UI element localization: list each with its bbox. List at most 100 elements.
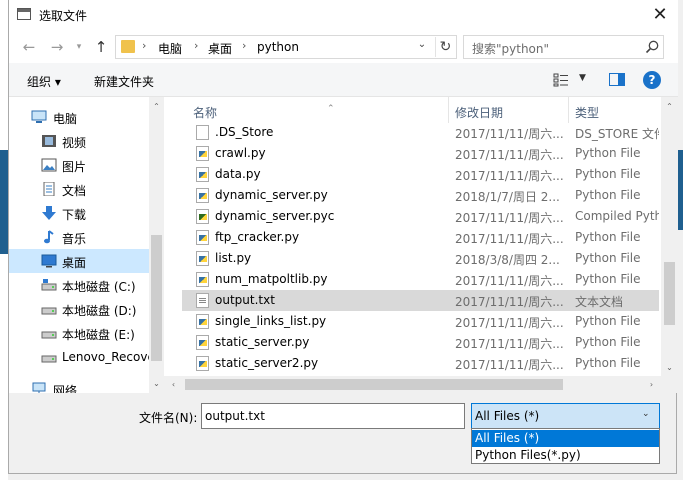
- file-type: Python File: [575, 335, 641, 349]
- address-history-dropdown[interactable]: ⌄: [414, 39, 430, 50]
- up-button[interactable]: ↑: [91, 37, 111, 57]
- column-header-type[interactable]: 类型: [569, 97, 661, 123]
- file-name: static_server.py: [215, 335, 310, 349]
- scroll-thumb[interactable]: [185, 379, 563, 390]
- nav-item-computer[interactable]: 电脑: [9, 105, 149, 129]
- file-row[interactable]: static_server.py 2017/11/11/周六... Python…: [182, 332, 659, 353]
- arrow-right-icon: →: [50, 38, 64, 56]
- file-row[interactable]: single_links_list.py 2017/11/11/周六... Py…: [182, 311, 659, 332]
- nav-label: Lenovo_Recove: [62, 350, 155, 364]
- recent-locations-button[interactable]: ▾: [69, 37, 89, 57]
- drive-icon: [41, 279, 57, 291]
- file-name: single_links_list.py: [215, 314, 327, 328]
- file-type: Python File: [575, 314, 641, 328]
- folder-icon: [121, 40, 135, 53]
- file-row[interactable]: dynamic_server.py 2018/1/7/周日 2... Pytho…: [182, 185, 659, 206]
- breadcrumb-item[interactable]: 桌面: [208, 40, 232, 57]
- file-row[interactable]: static_server2.py 2017/11/11/周六... Pytho…: [182, 353, 659, 374]
- file-date: 2017/11/11/周六...: [455, 274, 564, 288]
- column-header-name[interactable]: 名称 ⌃: [182, 97, 441, 123]
- file-type: DS_STORE 文件: [575, 127, 659, 141]
- view-options-icon[interactable]: [553, 73, 569, 87]
- scroll-up-button[interactable]: ⌃: [149, 99, 164, 114]
- scroll-down-button[interactable]: ⌄: [149, 376, 164, 391]
- file-row[interactable]: num_matpoltlib.py 2017/11/11/周六... Pytho…: [182, 269, 659, 290]
- file-row[interactable]: dynamic_server.pyc 2017/11/11/周六... Comp…: [182, 206, 659, 227]
- search-icon[interactable]: [644, 39, 660, 55]
- scroll-right-button[interactable]: ›: [644, 377, 659, 392]
- nav-label: 本地磁盘 (D:): [62, 304, 137, 318]
- nav-item-drive-e[interactable]: 本地磁盘 (E:): [9, 321, 149, 345]
- file-row[interactable]: .DS_Store 2017/11/11/周六... DS_STORE 文件: [182, 122, 659, 143]
- file-name: output.txt: [215, 293, 275, 307]
- chevron-down-icon: ▾: [76, 42, 82, 52]
- chevron-down-icon: ⌄: [642, 409, 650, 419]
- nav-item-pictures[interactable]: 图片: [9, 153, 149, 177]
- python-file-icon: [196, 356, 209, 371]
- background-app-band-left: [0, 150, 8, 254]
- nav-item-drive-d[interactable]: 本地磁盘 (D:): [9, 297, 149, 321]
- file-date: 2017/11/11/周六...: [455, 316, 564, 330]
- search-box[interactable]: 搜索"python": [463, 35, 664, 59]
- file-name: static_server2.py: [215, 356, 319, 370]
- python-file-icon: [196, 314, 209, 329]
- music-icon: [44, 230, 54, 244]
- column-header-date[interactable]: 修改日期: [449, 97, 569, 123]
- chevron-right-icon: ›: [649, 380, 654, 389]
- file-name: crawl.py: [215, 146, 266, 160]
- breadcrumb-item[interactable]: 电脑: [158, 40, 182, 57]
- chevron-down-icon: ⌄: [153, 379, 160, 388]
- file-list-horizontal-scrollbar[interactable]: ‹ ›: [164, 376, 678, 393]
- address-bar[interactable]: › 电脑 › 桌面 › python ⌄ ↻: [115, 35, 457, 59]
- file-type: Python File: [575, 167, 641, 181]
- nav-item-documents[interactable]: 文档: [9, 177, 149, 201]
- nav-label: 文档: [62, 184, 87, 198]
- refresh-icon: ↻: [439, 39, 452, 55]
- file-row-selected[interactable]: output.txt 2017/11/11/周六... 文本文档: [182, 290, 659, 311]
- file-type-option[interactable]: Python Files(*.py): [472, 447, 659, 464]
- scroll-up-button[interactable]: ⌃: [662, 99, 677, 114]
- file-type-select[interactable]: All Files (*) ⌄: [471, 403, 660, 429]
- file-row[interactable]: ftp_cracker.py 2017/11/11/周六... Python F…: [182, 227, 659, 248]
- nav-item-lenovo-recovery[interactable]: Lenovo_Recove: [9, 345, 155, 369]
- close-button[interactable]: ✕: [645, 4, 675, 28]
- refresh-button[interactable]: ↻: [435, 37, 455, 57]
- compiled-python-file-icon: [196, 209, 209, 224]
- title-bar[interactable]: 选取文件 ✕: [9, 0, 678, 31]
- file-date: 2017/11/11/周六...: [455, 295, 564, 309]
- nav-item-desktop[interactable]: 桌面: [9, 249, 149, 273]
- organize-menu[interactable]: 组织 ▾: [27, 73, 61, 90]
- filename-field[interactable]: [201, 403, 465, 429]
- nav-pane-scrollbar[interactable]: ⌃ ⌄: [149, 97, 164, 393]
- file-list: 名称 ⌃ 修改日期 类型 .DS_Store 2017/11/11/周六... …: [164, 97, 678, 393]
- nav-item-videos[interactable]: 视频: [9, 129, 149, 153]
- file-row[interactable]: crawl.py 2017/11/11/周六... Python File: [182, 143, 659, 164]
- forward-button[interactable]: →: [47, 37, 67, 57]
- filename-input[interactable]: [202, 404, 464, 428]
- file-type: Python File: [575, 230, 641, 244]
- chevron-down-icon[interactable]: ▼: [579, 73, 586, 83]
- file-name: num_matpoltlib.py: [215, 272, 328, 286]
- chevron-right-icon: ›: [194, 39, 199, 52]
- nav-item-network[interactable]: 网络: [9, 377, 149, 393]
- file-date: 2017/11/11/周六...: [455, 358, 564, 372]
- scroll-thumb[interactable]: [151, 235, 162, 361]
- scroll-thumb[interactable]: [664, 262, 675, 325]
- scroll-left-button[interactable]: ‹: [166, 377, 181, 392]
- breadcrumb-item[interactable]: python: [257, 40, 299, 54]
- window-icon: [17, 8, 31, 20]
- help-icon[interactable]: ?: [643, 71, 661, 89]
- nav-item-downloads[interactable]: 下载: [9, 201, 149, 225]
- file-list-vertical-scrollbar[interactable]: ⌃ ⌄: [661, 97, 678, 377]
- file-row[interactable]: list.py 2018/3/8/周四 2... Python File: [182, 248, 659, 269]
- scroll-down-button[interactable]: ⌄: [662, 360, 677, 375]
- nav-item-drive-c[interactable]: 本地磁盘 (C:): [9, 273, 149, 297]
- new-folder-button[interactable]: 新建文件夹: [94, 73, 154, 90]
- file-type-option[interactable]: All Files (*): [472, 430, 659, 447]
- nav-item-music[interactable]: 音乐: [9, 225, 149, 249]
- file-row[interactable]: data.py 2017/11/11/周六... Python File: [182, 164, 659, 185]
- preview-pane-icon[interactable]: [609, 73, 625, 86]
- python-file-icon: [196, 251, 209, 266]
- back-button[interactable]: ←: [19, 37, 39, 57]
- python-file-icon: [196, 146, 209, 161]
